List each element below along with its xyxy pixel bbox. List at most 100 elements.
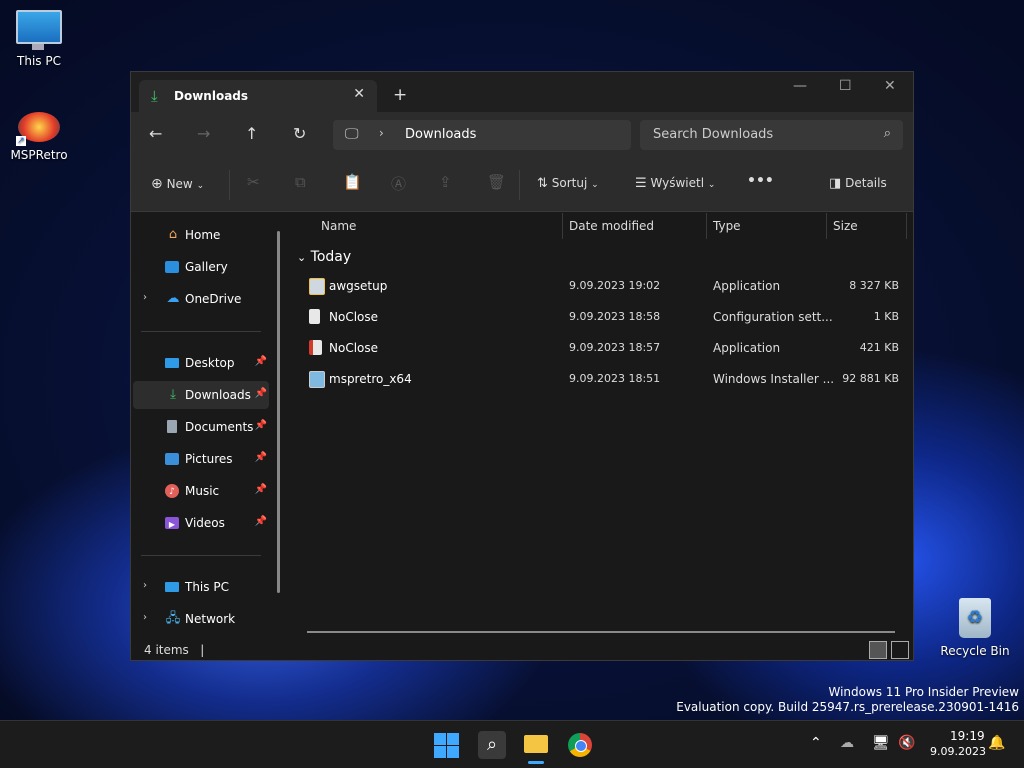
address-bar[interactable]: 🖵 › Downloads (333, 120, 631, 150)
sidebar-item-label: Desktop (185, 356, 235, 370)
table-row[interactable]: mspretro_x64 9.09.2023 18:51 Windows Ins… (299, 365, 909, 393)
close-window-button[interactable]: ✕ (884, 78, 896, 94)
start-button[interactable] (432, 731, 460, 759)
details-view-icon[interactable] (869, 641, 887, 659)
sort-button[interactable]: ⇅ Sortuj ⌄ (537, 176, 599, 191)
column-divider[interactable] (562, 213, 563, 239)
clock-date[interactable]: 9.09.2023 (930, 745, 986, 758)
rename-icon[interactable]: Ⓐ (391, 173, 406, 194)
evaluation-watermark: Windows 11 Pro Insider Preview Evaluatio… (676, 685, 1019, 715)
chevron-down-icon: ⌄ (707, 180, 716, 190)
chevron-right-icon[interactable]: › (379, 126, 384, 140)
pin-icon[interactable]: 📌 (255, 356, 267, 367)
sidebar-item-gallery[interactable]: Gallery (133, 253, 269, 281)
sidebar-item-network[interactable]: › 🖧 Network (133, 605, 269, 633)
view-button[interactable]: ☰ Wyświetl ⌄ (635, 176, 715, 191)
desktop-icon-this-pc[interactable]: This PC (1, 10, 77, 68)
sidebar-item-desktop[interactable]: Desktop 📌 (133, 349, 269, 377)
sidebar-item-this-pc[interactable]: › This PC (133, 573, 269, 601)
table-row[interactable]: NoClose 9.09.2023 18:57 Application 421 … (299, 334, 909, 362)
config-file-icon (309, 309, 320, 324)
sidebar-item-home[interactable]: ⌂ Home (133, 221, 269, 249)
file-type: Application (713, 341, 781, 355)
recycle-bin-icon: ♻ (959, 598, 991, 638)
pin-icon[interactable]: 📌 (255, 388, 267, 399)
desktop-icon-mspretro[interactable]: ↗ MSPRetro (1, 112, 77, 162)
cut-icon[interactable]: ✂ (247, 173, 260, 191)
onedrive-offline-icon[interactable]: ☁ (840, 735, 854, 751)
sidebar-item-downloads[interactable]: ⤓ Downloads 📌 (133, 381, 269, 409)
sidebar-item-onedrive[interactable]: › ☁ OneDrive (133, 285, 269, 313)
column-divider[interactable] (906, 213, 907, 239)
up-arrow-icon[interactable]: ↑ (245, 124, 258, 143)
file-date: 9.09.2023 18:58 (569, 310, 661, 323)
clock-time[interactable]: 19:19 (950, 729, 985, 743)
sidebar-item-videos[interactable]: ▶ Videos 📌 (133, 509, 269, 537)
copy-icon[interactable]: ⧉ (295, 173, 306, 191)
new-tab-button[interactable]: + (393, 85, 407, 105)
search-icon: ⌕ (883, 126, 891, 141)
table-row[interactable]: awgsetup 9.09.2023 19:02 Application 8 3… (299, 272, 909, 300)
navigation-bar: ← → ↑ ↻ 🖵 › Downloads Search Downloads ⌕ (131, 112, 913, 158)
delete-icon[interactable]: 🗑 (487, 173, 506, 191)
column-header-size[interactable]: Size (833, 219, 858, 233)
back-arrow-icon[interactable]: ← (149, 124, 162, 143)
sidebar-item-label: Gallery (185, 260, 228, 274)
chevron-right-icon[interactable]: › (143, 292, 147, 303)
volume-muted-icon[interactable]: 🔇 (898, 735, 915, 751)
horizontal-scrollbar[interactable] (307, 631, 895, 633)
notification-bell-icon[interactable]: 🔔 (988, 735, 1005, 751)
chrome-taskbar-button[interactable] (566, 731, 594, 759)
breadcrumb[interactable]: Downloads (405, 127, 476, 142)
view-button-label: Wyświetl (650, 176, 705, 190)
close-tab-icon[interactable]: ✕ (353, 86, 365, 102)
pin-icon[interactable]: 📌 (255, 516, 267, 527)
column-divider[interactable] (826, 213, 827, 239)
download-arrow-icon: ⤓ (151, 87, 158, 105)
sidebar-item-documents[interactable]: Documents 📌 (133, 413, 269, 441)
tiles-view-icon[interactable] (891, 641, 909, 659)
desktop-icon-recycle-bin[interactable]: ♻ Recycle Bin (937, 598, 1013, 658)
chevron-up-icon[interactable]: ⌃ (810, 735, 822, 751)
minimize-button[interactable]: — (793, 78, 807, 94)
file-explorer-taskbar-button[interactable] (522, 731, 550, 764)
chevron-right-icon[interactable]: › (143, 580, 147, 591)
desktop-icon-label: Recycle Bin (940, 644, 1010, 658)
network-status-icon[interactable]: 🖥 (872, 735, 890, 751)
more-options-button[interactable]: ••• (747, 173, 774, 189)
sidebar-item-music[interactable]: ♪ Music 📌 (133, 477, 269, 505)
mspretro-logo-icon: ↗ (16, 112, 60, 146)
sort-button-label: Sortuj (551, 176, 588, 190)
sidebar-item-pictures[interactable]: Pictures 📌 (133, 445, 269, 473)
column-header-name[interactable]: Name (321, 219, 356, 233)
sidebar-item-label: This PC (185, 580, 229, 594)
tab-downloads[interactable]: ⤓ Downloads ✕ (139, 80, 377, 112)
watermark-line: Windows 11 Pro Insider Preview (828, 685, 1019, 699)
chevron-right-icon[interactable]: › (143, 612, 147, 623)
file-name: NoClose (329, 310, 379, 324)
chevron-down-icon: ⌄ (591, 180, 599, 190)
file-size: 8 327 KB (849, 279, 899, 292)
column-header-type[interactable]: Type (713, 219, 741, 233)
column-header-date[interactable]: Date modified (569, 219, 654, 233)
refresh-icon[interactable]: ↻ (293, 124, 306, 143)
share-icon[interactable]: ⇪ (439, 173, 452, 191)
sidebar-scrollbar[interactable] (277, 231, 280, 593)
column-divider[interactable] (706, 213, 707, 239)
paste-icon[interactable]: 📋 (343, 173, 362, 191)
sort-icon: ⇅ (537, 176, 548, 191)
desktop-icon (165, 358, 179, 368)
group-header-today[interactable]: ⌄ Today (297, 249, 351, 265)
table-row[interactable]: NoClose 9.09.2023 18:58 Configuration se… (299, 303, 909, 331)
search-button[interactable]: ⌕ (478, 731, 506, 759)
forward-arrow-icon[interactable]: → (197, 124, 210, 143)
details-button[interactable]: ◨ Details (829, 176, 887, 191)
pin-icon[interactable]: 📌 (255, 420, 267, 431)
search-input[interactable]: Search Downloads ⌕ (640, 120, 903, 150)
file-explorer-window: ⤓ Downloads ✕ + — ☐ ✕ ← → ↑ ↻ 🖵 › Downlo… (130, 71, 914, 661)
pin-icon[interactable]: 📌 (255, 452, 267, 463)
new-button[interactable]: ⊕ New ⌄ (151, 176, 204, 192)
maximize-button[interactable]: ☐ (839, 78, 852, 94)
sidebar-item-label: OneDrive (185, 292, 242, 306)
pin-icon[interactable]: 📌 (255, 484, 267, 495)
